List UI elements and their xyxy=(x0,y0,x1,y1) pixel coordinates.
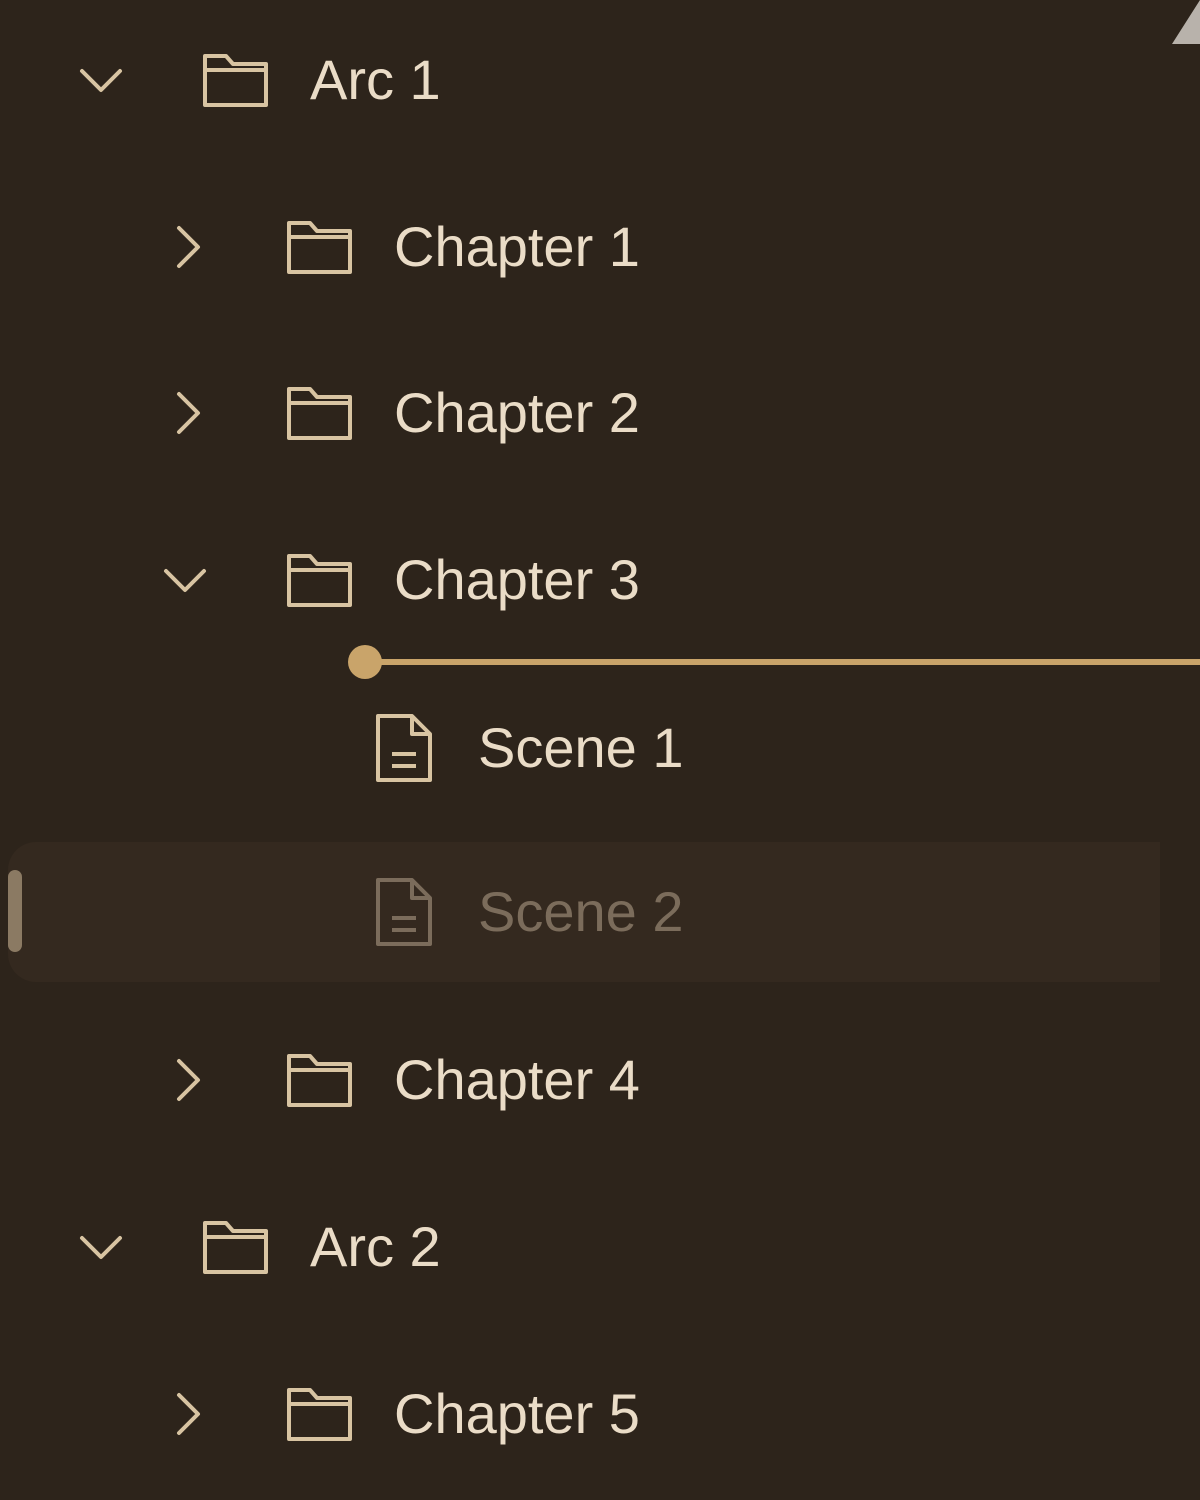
document-icon xyxy=(376,878,432,946)
folder-icon xyxy=(287,387,352,440)
chevron-right-icon[interactable] xyxy=(166,1391,212,1437)
tree-item-chapter-2[interactable]: Chapter 2 xyxy=(0,343,1160,483)
tree-item-chapter-1[interactable]: Chapter 1 xyxy=(0,177,1160,317)
tree-item-scene-2[interactable]: Scene 2 xyxy=(8,842,1160,982)
folder-icon xyxy=(287,1388,352,1441)
tree-item-chapter-3[interactable]: Chapter 3 xyxy=(0,510,1160,650)
folder-icon xyxy=(203,54,268,107)
chevron-down-icon[interactable] xyxy=(162,557,208,603)
chevron-down-icon[interactable] xyxy=(78,57,124,103)
tree-item-label: Chapter 3 xyxy=(394,548,640,611)
tree-item-label: Chapter 5 xyxy=(394,1382,640,1445)
scroll-up-arrow-icon[interactable] xyxy=(1170,0,1200,46)
file-tree: Arc 1 Chapter 1 Chapter 2 Chapter 3 Scen… xyxy=(0,0,1200,1500)
tree-item-arc-2[interactable]: Arc 2 xyxy=(0,1177,1160,1317)
folder-icon xyxy=(203,1221,268,1274)
tree-item-label: Arc 2 xyxy=(310,1215,441,1278)
tree-item-chapter-5[interactable]: Chapter 5 xyxy=(0,1344,1160,1484)
chevron-right-icon[interactable] xyxy=(166,224,212,270)
tree-item-label: Arc 1 xyxy=(310,48,441,111)
folder-icon xyxy=(287,221,352,274)
tree-item-label: Scene 2 xyxy=(478,880,684,943)
tree-item-label: Scene 1 xyxy=(478,716,684,779)
tree-item-label: Chapter 4 xyxy=(394,1048,640,1111)
tree-item-label: Chapter 2 xyxy=(394,381,640,444)
chevron-down-icon[interactable] xyxy=(78,1224,124,1270)
tree-item-scene-1[interactable]: Scene 1 xyxy=(0,678,1160,818)
tree-item-chapter-4[interactable]: Chapter 4 xyxy=(0,1010,1160,1150)
chevron-right-icon[interactable] xyxy=(166,1057,212,1103)
tree-item-label: Chapter 1 xyxy=(394,215,640,278)
selection-indicator xyxy=(8,870,22,952)
drop-indicator xyxy=(348,645,1200,679)
tree-item-arc-1[interactable]: Arc 1 xyxy=(0,10,1160,150)
document-icon xyxy=(376,714,432,782)
folder-icon xyxy=(287,1054,352,1107)
chevron-right-icon[interactable] xyxy=(166,390,212,436)
folder-icon xyxy=(287,554,352,607)
